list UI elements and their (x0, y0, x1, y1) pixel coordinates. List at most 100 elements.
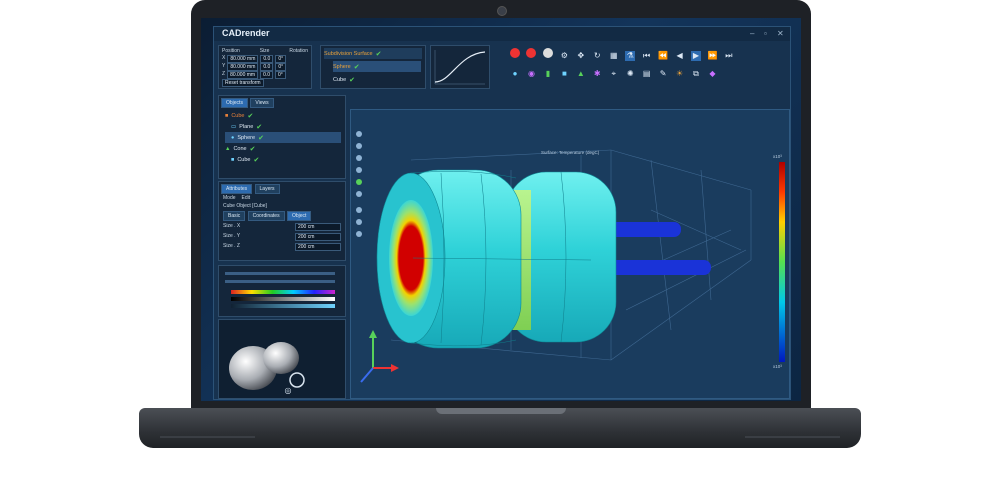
rotation-z-field[interactable]: 0° (275, 71, 286, 79)
subtab-coordinates[interactable]: Coordinates (247, 211, 285, 221)
record-icon[interactable] (510, 48, 520, 58)
grid-icon[interactable]: ▦ (609, 51, 619, 61)
sphere-icon[interactable]: ● (510, 69, 520, 79)
tab-objects[interactable]: Objects (221, 98, 248, 108)
sun-icon[interactable]: ☀ (675, 69, 685, 79)
app-window: CADrender – ▫ ✕ Position Size Rotation X… (213, 26, 791, 400)
surface-item-label: Cube (333, 76, 347, 83)
size-z-field[interactable]: 0.0 (260, 71, 274, 79)
surface-header: Subdivision Surface (324, 50, 373, 57)
viewport-side-toolbar (356, 131, 362, 237)
tree-icon[interactable]: ⚗ (625, 51, 636, 61)
refresh-icon[interactable]: ↻ (592, 51, 602, 61)
surface-item-cube[interactable]: Cube ✔ (333, 74, 421, 85)
slider-track[interactable] (225, 272, 335, 275)
size-y-field[interactable]: 0.0 (260, 63, 274, 71)
3d-viewport[interactable]: Surface: Temperature (degC) x10³ x10³ (350, 109, 790, 399)
check-icon: ✔ (258, 134, 264, 142)
cube-icon: ■ (231, 156, 235, 163)
camera-icon[interactable]: ◎ (283, 386, 293, 396)
position-y-field[interactable]: 80.000 mm (227, 63, 259, 71)
check-icon: ✔ (253, 156, 260, 164)
size-y-input[interactable]: 200 cm (295, 233, 341, 241)
surface-item-sphere[interactable]: Sphere ✔ (333, 61, 421, 72)
app-title: CADrender (222, 28, 270, 38)
size-z-row: Size . Z 200 cm (223, 243, 341, 251)
objects-tabs: Objects Views (221, 98, 275, 108)
cone-icon: ▲ (225, 145, 231, 152)
position-z-field[interactable]: 80.000 mm (227, 71, 259, 79)
rotation-x-field[interactable]: 0° (275, 55, 287, 63)
gear-icon[interactable]: ⚙ (559, 51, 569, 61)
skip-back-icon[interactable]: ⏮ (642, 51, 652, 61)
tree-item-sphere[interactable]: ● Sphere ✔ (225, 132, 341, 143)
size-y-row: Size . Y 200 cm (223, 233, 341, 241)
check-icon: ✔ (249, 145, 256, 153)
viewport-title: Surface: Temperature (degC) (541, 150, 600, 155)
laptop-screen: CADrender – ▫ ✕ Position Size Rotation X… (201, 18, 801, 401)
temperature-colorbar (779, 162, 785, 362)
light-icon[interactable]: ✺ (625, 69, 635, 79)
surface-header-row[interactable]: Subdivision Surface ✔ (324, 48, 422, 59)
size-x-row: Size . X 200 cm (223, 223, 341, 231)
skip-forward-icon[interactable]: ⏭ (724, 51, 734, 61)
color-spectrum-bar[interactable] (231, 290, 335, 294)
check-icon: ✔ (349, 76, 356, 84)
maximize-button[interactable]: ▫ (764, 29, 767, 38)
pyramid-icon[interactable]: ▲ (576, 69, 586, 79)
step-back-icon[interactable]: ◀ (675, 51, 685, 61)
tree-item-cube[interactable]: ■ Cube ✔ (225, 110, 341, 121)
curve-editor[interactable] (430, 45, 490, 89)
transform-panel: Position Size Rotation X 80.000 mm 0.0 0… (218, 45, 312, 89)
objects-panel: Objects Views ■ Cube ✔ ▭ Plane ✔ ● Spher… (218, 95, 346, 179)
camera-icon[interactable]: ⌖ (609, 69, 619, 79)
stop-icon[interactable] (526, 48, 537, 58)
material-icon[interactable]: ◆ (707, 69, 717, 79)
check-icon: ✔ (375, 50, 382, 58)
webcam (497, 6, 507, 16)
circle-icon[interactable] (542, 48, 553, 58)
reset-transform-button[interactable]: Reset transform (222, 79, 264, 87)
rewind-icon[interactable]: ⏪ (658, 51, 668, 61)
sphere-icon: ● (231, 134, 235, 141)
axis-gizmo (360, 330, 399, 383)
layers-icon[interactable]: ▤ (642, 69, 652, 79)
size-x-input[interactable]: 200 cm (295, 223, 341, 231)
play-icon[interactable]: ▶ (690, 51, 701, 61)
move-icon[interactable]: ✥ (576, 51, 586, 61)
rod-lower (601, 260, 711, 275)
cube-icon[interactable]: ■ (559, 69, 569, 79)
right-speaker-grille (745, 436, 840, 438)
header-rotation: Rotation (289, 48, 308, 54)
position-x-field[interactable]: 80.000 mm (227, 55, 259, 63)
tab-layers[interactable]: Layers (254, 184, 280, 194)
tree-item-plane[interactable]: ▭ Plane ✔ (225, 121, 341, 132)
opacity-bar[interactable] (231, 304, 335, 308)
subtab-basic[interactable]: Basic (223, 211, 246, 221)
brush-icon[interactable]: ✎ (658, 69, 668, 79)
subtab-object[interactable]: Object (286, 211, 312, 221)
rotation-y-field[interactable]: 0° (275, 63, 287, 71)
object-toolbar: ● ◉ ▮ ■ ▲ ✱ ⌖ ✺ ▤ ✎ ☀ ⧉ ◆ (510, 63, 788, 79)
torus-icon[interactable]: ◉ (526, 69, 536, 79)
tree-item-cube-child[interactable]: ■ Cube ✔ (225, 154, 341, 165)
mode-menu[interactable]: Mode (223, 195, 236, 201)
edit-menu[interactable]: Edit (242, 195, 251, 201)
fast-forward-icon[interactable]: ⏩ (707, 51, 717, 61)
lattice-icon[interactable]: ✱ (592, 69, 602, 79)
tree-item-cone[interactable]: ▲ Cone ✔ (225, 143, 341, 154)
brightness-bar[interactable] (231, 297, 335, 301)
header-size: Size (259, 48, 270, 54)
tab-attributes[interactable]: Attributes (221, 184, 253, 194)
minimize-button[interactable]: – (750, 29, 754, 38)
size-x-field[interactable]: 0.0 (260, 55, 274, 63)
close-button[interactable]: ✕ (777, 29, 784, 38)
size-z-input[interactable]: 200 cm (295, 243, 341, 251)
attribute-subtabs: Basic Coordinates Object (223, 211, 312, 221)
material-preview: ◎ (218, 319, 346, 399)
tab-views[interactable]: Views (250, 98, 274, 108)
mirror-icon[interactable]: ⧉ (691, 69, 701, 79)
row-axis: Z (222, 71, 226, 77)
slider-track[interactable] (225, 280, 335, 283)
cylinder-icon[interactable]: ▮ (543, 69, 553, 79)
